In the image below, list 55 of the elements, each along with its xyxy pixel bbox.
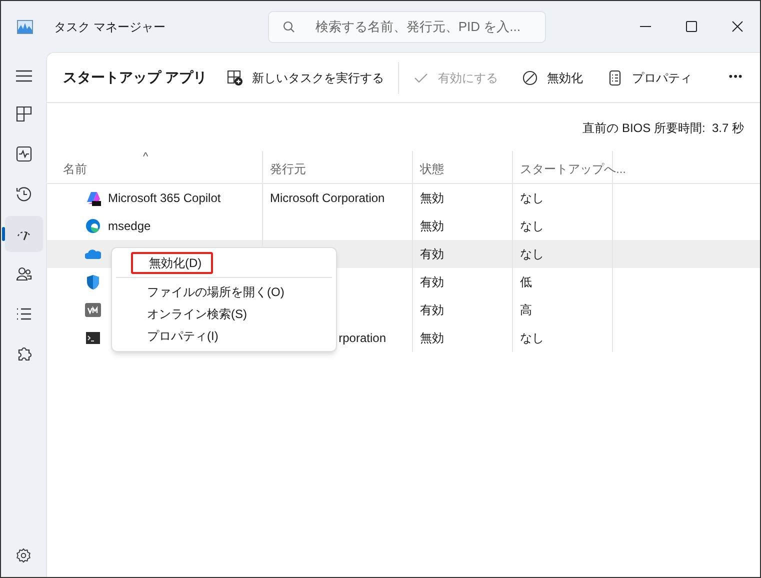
terminal-icon	[85, 330, 101, 346]
properties-icon	[607, 70, 623, 86]
pulse-chart-icon	[16, 146, 32, 162]
new-task-button[interactable]: 新しいタスクを実行する	[219, 62, 392, 94]
swirl-logo-icon	[85, 218, 101, 234]
column-header[interactable]: 名前	[63, 160, 87, 178]
table-cell-text: なし	[520, 218, 544, 235]
window-title: タスク マネージャー	[54, 18, 166, 36]
new-task-icon	[227, 70, 243, 86]
menu-icon	[16, 70, 32, 82]
properties-button[interactable]: プロパティ	[599, 62, 700, 94]
table-cell-text: なし	[520, 330, 544, 347]
table-cell-text: 有効	[420, 246, 444, 263]
menu-item[interactable]: 無効化(D)	[131, 252, 213, 274]
table-cell-text: Microsoft 365 Copilot	[108, 190, 221, 207]
close-icon	[732, 21, 742, 32]
search-icon	[283, 20, 296, 32]
grid-icon	[16, 106, 32, 122]
table-cell-text: 無効	[420, 330, 444, 347]
table-cell-text: rporation	[338, 330, 386, 347]
table-cell-text: msedge	[108, 218, 151, 235]
table-cell-text: 高	[520, 302, 532, 319]
app-logo-icon	[85, 190, 101, 206]
puzzle-icon	[16, 346, 32, 362]
minimize-icon	[640, 26, 650, 27]
history-icon	[16, 186, 32, 202]
maximize-icon	[686, 21, 696, 32]
selection-indicator	[2, 227, 4, 241]
prohibited-icon	[522, 70, 538, 86]
sort-arrow-icon: ^	[143, 149, 148, 166]
menu-item[interactable]: オンライン検索(S)	[131, 303, 317, 325]
users-icon	[16, 266, 32, 282]
more-button[interactable]: •••	[720, 62, 752, 94]
menu-item[interactable]: ファイルの場所を開く(O)	[131, 281, 317, 303]
table-cell-text: 有効	[420, 302, 444, 319]
bios-time: 直前の BIOS 所要時間: 3.7 秒	[582, 120, 744, 137]
vm-logo-icon	[85, 302, 101, 318]
table-cell-text: なし	[520, 246, 544, 263]
table-cell-text: なし	[520, 190, 544, 207]
table-cell-text: 無効	[420, 190, 444, 207]
shield-icon	[85, 274, 101, 290]
column-header[interactable]: 発行元	[270, 160, 306, 178]
table-cell-text: 低	[520, 274, 532, 291]
settings-icon	[16, 548, 31, 562]
list-icon	[16, 306, 32, 322]
search-field[interactable]: 検索する名前、発行元、PID を入...	[268, 10, 546, 42]
app-icon	[17, 20, 33, 34]
column-header[interactable]: スタートアップへ...	[520, 160, 626, 178]
column-header[interactable]: 状態	[420, 160, 444, 178]
disable-button[interactable]: 無効化	[514, 62, 591, 94]
page-title: スタートアップ アプリ	[63, 68, 207, 87]
table-cell-text: Microsoft Corporation	[270, 190, 385, 207]
table-cell-text: 無効	[420, 218, 444, 235]
table-cell-text: 有効	[420, 274, 444, 291]
menu-item[interactable]: プロパティ(I)	[131, 325, 317, 347]
